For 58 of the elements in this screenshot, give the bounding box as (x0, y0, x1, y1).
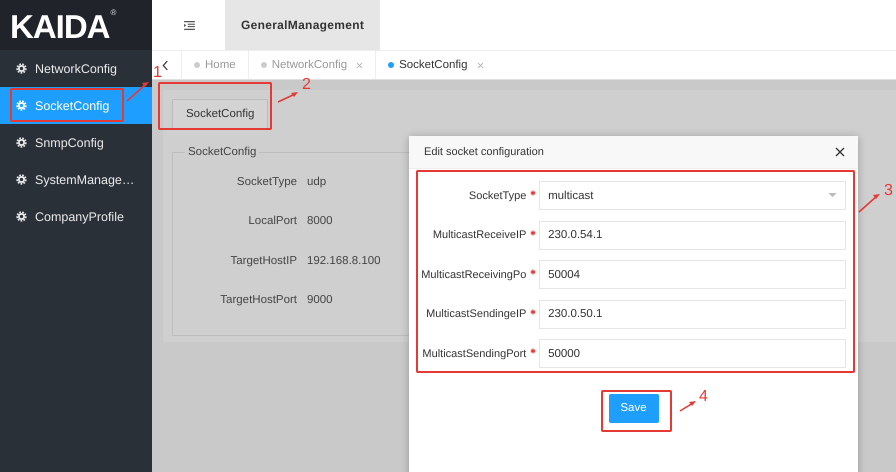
annotation-arrow (275, 89, 301, 105)
field-label: MulticastReceivingPo (420, 268, 526, 281)
fieldset-legend: SocketConfig (185, 146, 260, 158)
setting-label: LocalPort (247, 215, 297, 228)
field-label: MulticastSendingeIP (425, 308, 526, 320)
setting-label: TargetHostIP (230, 254, 297, 267)
required-asterisk-icon (530, 269, 536, 276)
gear-icon (16, 174, 27, 185)
menu-icon[interactable] (184, 20, 195, 30)
sidebar-item[interactable]: CompanyProfile (0, 198, 152, 235)
annotation-arrow (677, 398, 699, 414)
page-tab[interactable]: SocketConfig (375, 51, 496, 79)
registered-mark: ® (110, 8, 116, 17)
setting-value: 192.168.8.100 (307, 254, 381, 267)
required-asterisk-icon (530, 190, 536, 196)
header-tab[interactable]: GeneralManagement (225, 0, 380, 50)
socket-type-dropdown[interactable]: multicast (539, 181, 846, 210)
setting-label: TargetHostPort (219, 294, 297, 306)
input-field[interactable]: 50000 (539, 339, 846, 368)
socket-config-button[interactable]: SocketConfig (172, 99, 268, 129)
annotation-number: 1 (153, 64, 162, 82)
required-asterisk-icon (530, 348, 536, 354)
annotation-number: 2 (302, 76, 311, 94)
dialog-title: Edit socket configuration (424, 146, 544, 158)
annotation-arrow (856, 191, 883, 215)
setting-value: 8000 (307, 215, 333, 228)
setting-value: 9000 (307, 294, 333, 306)
tab-label: NetworkConfig (272, 59, 348, 71)
sidebar-item[interactable]: NetworkConfig (0, 50, 152, 87)
close-icon[interactable] (835, 147, 845, 157)
status-dot-icon (260, 62, 267, 68)
annotation-arrow (124, 79, 152, 104)
setting-label: SocketType (236, 176, 297, 188)
gear-icon (16, 211, 27, 222)
input-field[interactable]: 230.0.50.1 (539, 300, 846, 329)
required-asterisk-icon (530, 230, 536, 236)
tab-label: Home (205, 59, 236, 71)
tab-label: SocketConfig (399, 59, 468, 71)
highlight-frame (601, 390, 672, 432)
required-asterisk-icon (530, 308, 536, 315)
gear-icon (16, 100, 27, 111)
gear-icon (16, 137, 27, 148)
chevron-left-icon[interactable] (162, 60, 169, 70)
gear-icon (16, 63, 27, 74)
sidebar-item[interactable]: SnmpConfig (0, 124, 152, 161)
field-label: SocketType (468, 190, 526, 202)
status-dot-icon (388, 62, 394, 68)
setting-value: udp (307, 176, 326, 188)
annotation-number: 3 (884, 182, 893, 200)
logo: KAIDA (10, 8, 110, 46)
input-field[interactable]: 50004 (539, 260, 846, 290)
annotation-number: 4 (699, 388, 708, 406)
caret-icon (828, 193, 837, 198)
sidebar-item[interactable]: SystemManage… (0, 161, 152, 198)
field-label: MulticastSendingPort (421, 348, 526, 360)
input-field[interactable]: 230.0.54.1 (539, 220, 846, 250)
field-label: MulticastReceiveIP (432, 229, 526, 242)
status-dot-icon (194, 62, 200, 68)
